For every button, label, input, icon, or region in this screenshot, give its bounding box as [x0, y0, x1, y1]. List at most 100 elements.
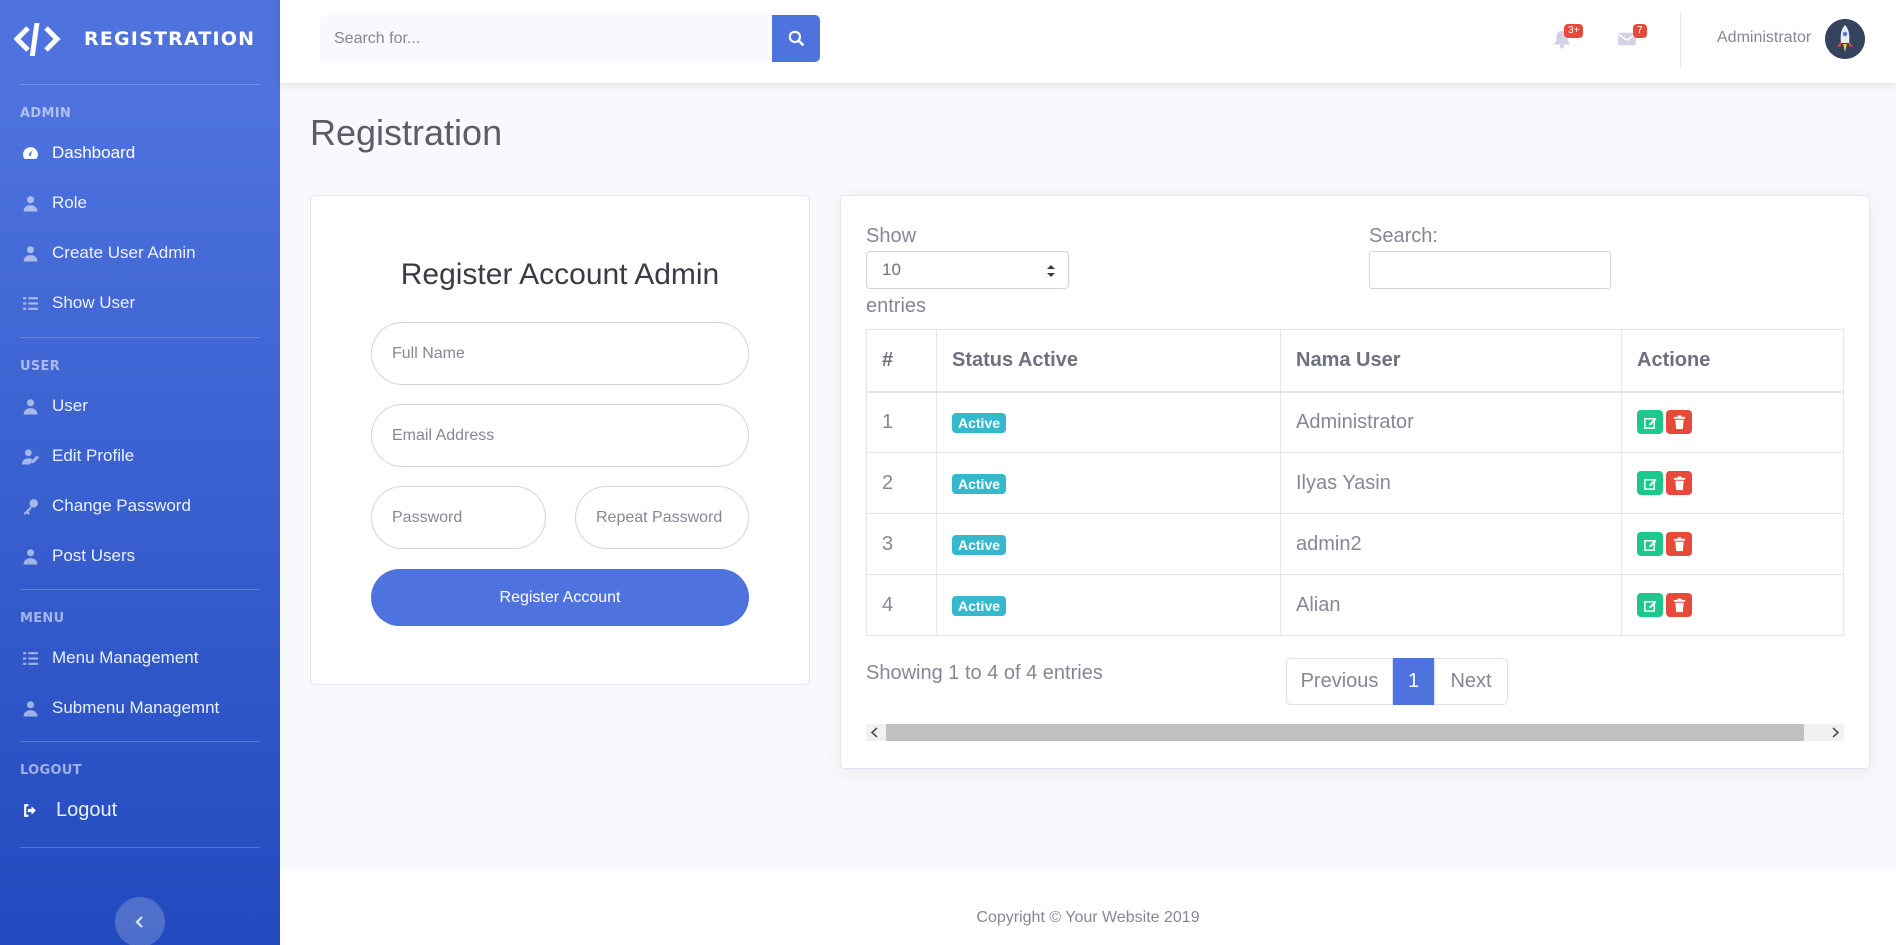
delete-button[interactable] — [1666, 593, 1692, 617]
messages-button[interactable]: 7 — [1617, 24, 1647, 56]
page-title: Registration — [310, 112, 503, 153]
column-header-number[interactable]: # — [866, 329, 937, 393]
delete-button[interactable] — [1666, 410, 1692, 435]
topbar-search — [320, 15, 820, 62]
pagination-page-1[interactable]: 1 — [1393, 658, 1434, 705]
code-logo-icon — [14, 23, 61, 56]
sidebar-item-label: Create User Admin — [52, 243, 196, 262]
messages-badge: 7 — [1633, 24, 1647, 38]
table-search-input[interactable] — [1369, 251, 1611, 289]
row-actions — [1621, 452, 1844, 514]
sidebar-divider — [20, 847, 260, 848]
sidebar-divider — [20, 589, 260, 590]
edit-button[interactable] — [1637, 471, 1663, 495]
sidebar-item-show-user[interactable]: Show User — [0, 278, 280, 328]
sidebar-item-create-user-admin[interactable]: Create User Admin — [0, 228, 280, 278]
topbar-divider — [1680, 12, 1681, 68]
column-header-name[interactable]: Nama User — [1280, 329, 1622, 393]
sidebar-item-menu-management[interactable]: Menu Management — [0, 633, 280, 683]
table-row: 3 Active admin2 — [866, 513, 1844, 575]
sidebar-item-logout[interactable]: Logout — [0, 785, 280, 835]
avatar[interactable] — [1825, 19, 1865, 59]
alerts-button[interactable]: 3+ — [1552, 24, 1584, 56]
row-status-cell: Active — [936, 391, 1281, 453]
sidebar-toggle-button[interactable] — [115, 897, 165, 945]
pagination-previous[interactable]: Previous — [1286, 658, 1393, 705]
entries-label: entries — [866, 295, 927, 317]
search-input[interactable] — [320, 15, 772, 62]
table-header-row: # Status Active Nama User Actione — [866, 329, 1844, 393]
repeat-password-field[interactable] — [575, 486, 749, 549]
edit-button[interactable] — [1637, 532, 1663, 556]
chevron-left-icon — [135, 916, 143, 928]
edit-icon — [1643, 539, 1657, 551]
sidebar-item-edit-profile[interactable]: Edit Profile — [0, 431, 280, 481]
pagination-next[interactable]: Next — [1434, 658, 1508, 705]
row-user-name: Administrator — [1280, 391, 1622, 453]
register-title: Register Account Admin — [400, 258, 720, 291]
horizontal-scrollbar[interactable] — [866, 724, 1844, 741]
search-button[interactable] — [772, 15, 820, 62]
trash-icon — [1673, 415, 1685, 429]
search-icon — [788, 30, 804, 47]
column-header-action[interactable]: Actione — [1621, 329, 1844, 393]
key-icon — [21, 497, 39, 515]
sidebar-item-label: Edit Profile — [52, 446, 135, 465]
register-card: Register Account Admin Register Account — [310, 195, 810, 685]
sidebar-item-label: Role — [52, 193, 87, 212]
sidebar-item-user[interactable]: User — [0, 381, 280, 431]
sidebar-item-role[interactable]: Role — [0, 178, 280, 228]
status-badge: Active — [952, 473, 1007, 494]
row-user-name: Ilyas Yasin — [1280, 452, 1622, 514]
scroll-right-icon[interactable] — [1830, 727, 1840, 738]
sidebar-item-label: User — [52, 396, 88, 415]
tachometer-icon — [21, 144, 39, 162]
list-icon — [21, 649, 39, 667]
sidebar-brand[interactable]: REGISTRATION — [0, 0, 280, 78]
trash-icon — [1673, 536, 1685, 551]
row-actions — [1621, 574, 1844, 636]
users-table: # Status Active Nama User Actione 1 Acti… — [866, 329, 1844, 636]
status-badge: Active — [952, 412, 1007, 433]
copyright-text: Copyright © Your Website 2019 — [976, 909, 1200, 926]
row-number: 2 — [866, 452, 937, 514]
email-field[interactable] — [371, 404, 749, 467]
row-actions — [1621, 391, 1844, 453]
edit-button[interactable] — [1637, 593, 1663, 617]
edit-button[interactable] — [1637, 410, 1663, 435]
user-name[interactable]: Administrator — [1717, 29, 1811, 47]
row-number: 3 — [866, 513, 937, 575]
delete-button[interactable] — [1666, 471, 1692, 495]
sidebar-heading-admin: ADMIN — [20, 106, 72, 121]
user-icon — [21, 244, 39, 262]
page-length-select[interactable]: 10 — [866, 251, 1069, 289]
rocket-avatar-icon — [1825, 19, 1865, 59]
user-icon — [21, 194, 39, 212]
sidebar-item-post-users[interactable]: Post Users — [0, 531, 280, 581]
table-row: 4 Active Alian — [866, 574, 1844, 636]
status-badge: Active — [952, 534, 1007, 555]
scroll-left-icon[interactable] — [870, 727, 880, 738]
password-field[interactable] — [371, 486, 546, 549]
sidebar-item-label: Logout — [56, 798, 118, 821]
sidebar-divider — [20, 337, 260, 338]
sort-icon — [1047, 265, 1055, 277]
sidebar-divider — [20, 84, 260, 85]
edit-icon — [1643, 600, 1657, 612]
full-name-field[interactable] — [371, 322, 749, 385]
sidebar: REGISTRATION ADMIN Dashboard Role Create… — [0, 0, 280, 945]
column-header-status[interactable]: Status Active — [936, 329, 1281, 393]
sidebar-item-dashboard[interactable]: Dashboard — [0, 128, 280, 178]
trash-icon — [1673, 475, 1685, 490]
list-icon — [21, 294, 39, 312]
register-account-button[interactable]: Register Account — [371, 569, 749, 626]
row-status-cell: Active — [936, 574, 1281, 636]
sidebar-item-change-password[interactable]: Change Password — [0, 481, 280, 531]
sidebar-heading-menu: MENU — [20, 611, 65, 626]
delete-button[interactable] — [1666, 532, 1692, 556]
table-row: 1 Active Administrator — [866, 391, 1844, 453]
trash-icon — [1673, 597, 1685, 612]
scrollbar-thumb[interactable] — [886, 724, 1804, 741]
sidebar-item-submenu-management[interactable]: Submenu Managemnt — [0, 683, 280, 733]
table-row: 2 Active Ilyas Yasin — [866, 452, 1844, 514]
